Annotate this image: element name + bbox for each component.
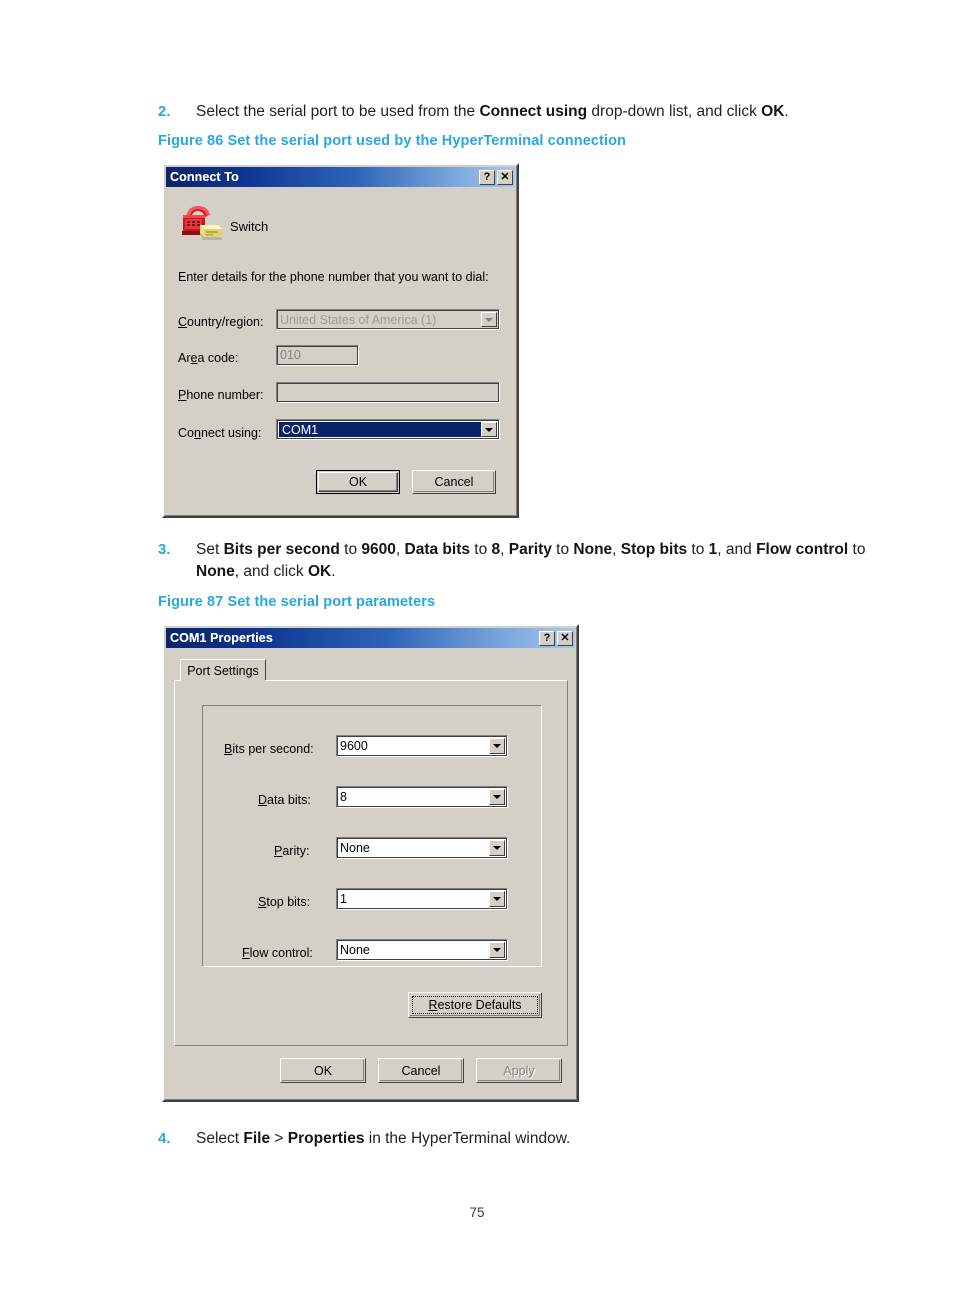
connect-using-combo[interactable]: COM1 xyxy=(276,419,500,440)
chevron-down-icon[interactable] xyxy=(489,738,505,754)
bits-per-second-value: 9600 xyxy=(340,739,368,753)
com1-apply-button: Apply xyxy=(476,1058,562,1083)
connect-using-label: Connect using: xyxy=(178,426,262,440)
step-2-text: Select the serial port to be used from t… xyxy=(196,103,789,120)
step-3: 3. Set Bits per second to 9600, Data bit… xyxy=(158,539,880,583)
bits-per-second-label-rest: its per second: xyxy=(232,742,314,756)
chevron-down-icon[interactable] xyxy=(489,789,505,805)
connect-to-ok-button[interactable]: OK xyxy=(316,470,400,494)
chevron-down-icon xyxy=(481,312,497,327)
connection-name-label: Switch xyxy=(230,219,269,234)
stop-bits-label-rest: top bits: xyxy=(266,895,311,909)
phone-number-label-rest: hone number: xyxy=(186,388,264,402)
restore-defaults-label-rest: estore Defaults xyxy=(437,998,522,1012)
phone-number-label: Phone number: xyxy=(178,388,264,402)
stop-bits-value: 1 xyxy=(340,892,347,906)
stop-bits-combo[interactable]: 1 xyxy=(336,888,508,910)
page-number: 75 xyxy=(469,1205,485,1220)
com1-titlebar[interactable]: COM1 Properties ? ✕ xyxy=(166,628,575,648)
parity-label-rest: arity: xyxy=(282,844,310,858)
com1-cancel-button[interactable]: Cancel xyxy=(378,1058,464,1083)
country-region-combo: United States of America (1) xyxy=(276,309,500,330)
data-bits-label-rest: ata bits: xyxy=(267,793,311,807)
connect-using-label-rest: nect using: xyxy=(200,426,262,440)
com1-ok-button[interactable]: OK xyxy=(280,1058,366,1083)
connect-using-value: COM1 xyxy=(279,422,481,437)
data-bits-label: Data bits: xyxy=(258,793,311,807)
close-icon[interactable]: ✕ xyxy=(557,630,573,646)
close-icon[interactable]: ✕ xyxy=(497,169,513,185)
flow-control-label-rest: low control: xyxy=(249,946,313,960)
step-2: 2. Select the serial port to be used fro… xyxy=(158,101,858,123)
country-region-value: United States of America (1) xyxy=(280,312,437,327)
step-4: 4. Select File > Properties in the Hyper… xyxy=(158,1128,858,1150)
com1-title: COM1 Properties xyxy=(170,631,273,645)
parity-combo[interactable]: None xyxy=(336,837,508,859)
step-3-text: Set Bits per second to 9600, Data bits t… xyxy=(196,541,866,580)
parity-value: None xyxy=(340,841,370,855)
area-code-field: 010 xyxy=(276,345,359,366)
area-code-label: Area code: xyxy=(178,351,239,365)
help-icon[interactable]: ? xyxy=(539,630,555,646)
step-4-number: 4. xyxy=(158,1130,171,1147)
chevron-down-icon[interactable] xyxy=(489,891,505,907)
connect-to-title: Connect To xyxy=(170,170,239,184)
bits-per-second-combo[interactable]: 9600 xyxy=(336,735,508,757)
connect-to-cancel-button[interactable]: Cancel xyxy=(412,470,496,494)
chevron-down-icon[interactable] xyxy=(489,840,505,856)
restore-defaults-label: Restore Defaults xyxy=(428,998,522,1012)
data-bits-combo[interactable]: 8 xyxy=(336,786,508,808)
area-code-label-rest: a code: xyxy=(197,351,239,365)
stop-bits-label: Stop bits: xyxy=(258,895,311,909)
phone-modem-icon xyxy=(178,203,224,243)
phone-number-field xyxy=(276,382,500,403)
country-region-label: Country/region: xyxy=(178,315,264,329)
connect-to-cancel-label: Cancel xyxy=(434,475,474,489)
flow-control-label: Flow control: xyxy=(242,946,313,960)
parity-label: Parity: xyxy=(274,844,310,858)
connect-to-dialog: Connect To ? ✕ Switch Enter details for … xyxy=(162,163,519,518)
step-4-text: Select File > Properties in the HyperTer… xyxy=(196,1130,571,1147)
help-icon[interactable]: ? xyxy=(479,169,495,185)
tab-port-settings[interactable]: Port Settings xyxy=(180,659,266,681)
bits-per-second-label: Bits per second: xyxy=(224,742,314,756)
chevron-down-icon[interactable] xyxy=(481,422,497,437)
connect-using-label-co: Co xyxy=(178,426,194,440)
document-page: 2. Select the serial port to be used fro… xyxy=(0,0,954,1294)
country-region-label-rest: ountry/region: xyxy=(187,315,264,329)
chevron-down-icon[interactable] xyxy=(489,942,505,958)
step-3-number: 3. xyxy=(158,541,171,558)
connect-to-titlebar[interactable]: Connect To ? ✕ xyxy=(166,167,515,187)
com1-cancel-label: Cancel xyxy=(401,1063,441,1078)
flow-control-value: None xyxy=(340,943,370,957)
connect-to-ok-label: OK xyxy=(348,475,368,489)
figure-87-caption: Figure 87 Set the serial port parameters xyxy=(158,594,436,610)
tab-seam xyxy=(181,679,265,682)
tab-port-settings-label: Port Settings xyxy=(187,663,259,678)
area-code-value: 010 xyxy=(280,348,301,363)
flow-control-combo[interactable]: None xyxy=(336,939,508,961)
restore-defaults-button[interactable]: Restore Defaults xyxy=(408,992,542,1018)
data-bits-value: 8 xyxy=(340,790,347,804)
com1-properties-dialog: COM1 Properties ? ✕ Port Settings Bits p… xyxy=(162,624,579,1102)
figure-86-caption: Figure 86 Set the serial port used by th… xyxy=(158,133,627,149)
com1-ok-label: OK xyxy=(313,1063,333,1078)
com1-apply-label: Apply xyxy=(503,1063,535,1078)
dialog-instruction: Enter details for the phone number that … xyxy=(178,270,489,284)
area-code-label-a: Ar xyxy=(178,351,191,365)
step-2-number: 2. xyxy=(158,103,171,120)
